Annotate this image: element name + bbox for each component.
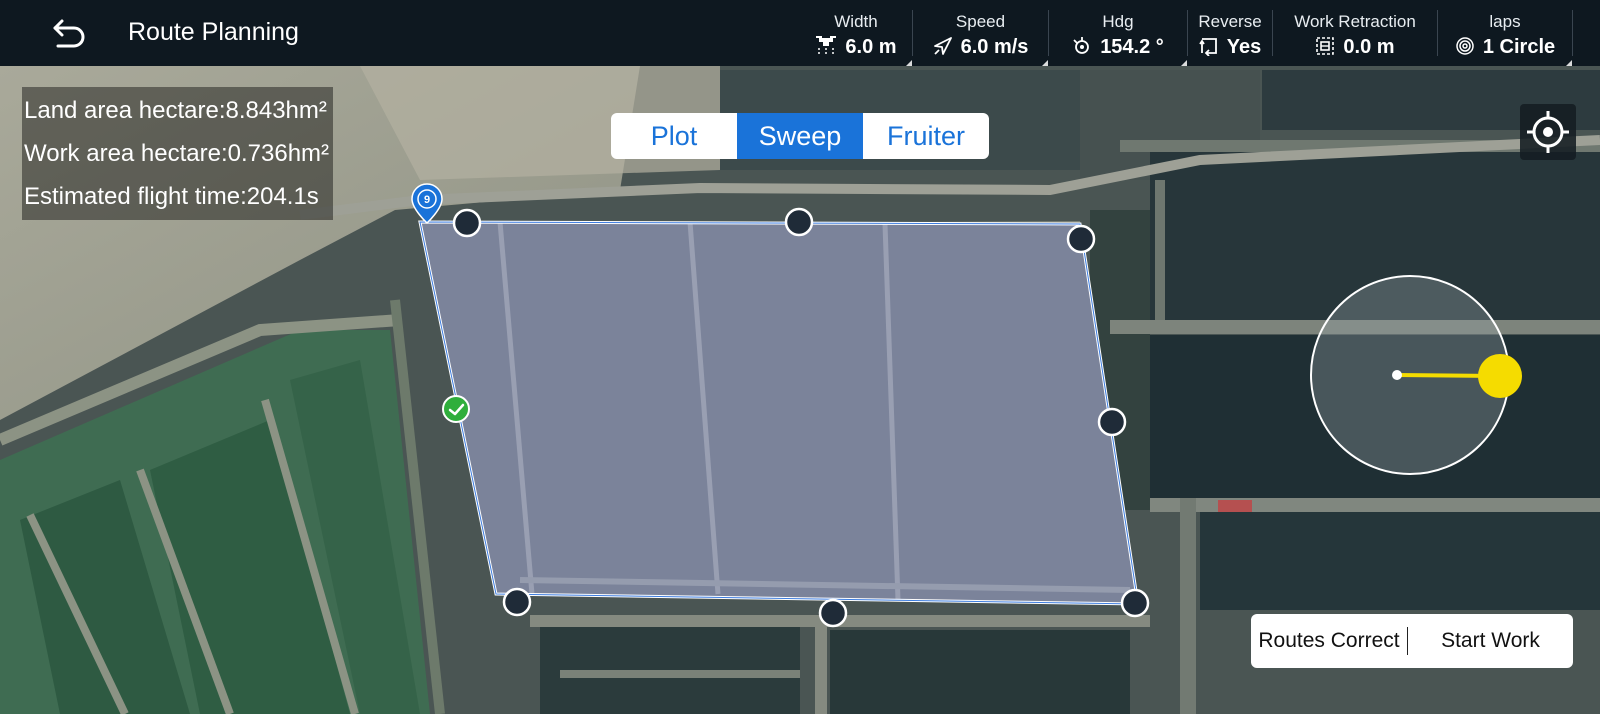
param-value: 6.0 m/s bbox=[960, 36, 1029, 58]
param-label: laps bbox=[1489, 12, 1521, 31]
param-label: Reverse bbox=[1198, 12, 1262, 31]
param-width[interactable]: Width 6.0 m bbox=[800, 0, 912, 66]
param-speed[interactable]: Speed 6.0 m/s bbox=[913, 0, 1048, 66]
vertex-handle[interactable] bbox=[1066, 224, 1096, 254]
area-stats-panel: Land area hectare:8.843hm² Work area hec… bbox=[22, 87, 334, 220]
vertex-handle[interactable] bbox=[452, 208, 482, 238]
speed-arrow-icon bbox=[933, 37, 952, 55]
page-title: Route Planning bbox=[128, 18, 299, 46]
param-value: 6.0 m bbox=[845, 36, 897, 58]
vertex-handle[interactable] bbox=[502, 587, 532, 617]
land-area-text: Land area hectare:8.843hm² bbox=[24, 97, 327, 124]
back-button[interactable] bbox=[48, 16, 90, 50]
param-value: 0.0 m bbox=[1343, 36, 1395, 58]
crosshair-locate-icon bbox=[1527, 111, 1569, 153]
param-value: Yes bbox=[1226, 36, 1262, 58]
vertex-handle[interactable] bbox=[784, 207, 814, 237]
param-value: 1 Circle bbox=[1482, 36, 1556, 58]
top-bar: Route Planning Width 6.0 m Speed 6.0 m/s bbox=[0, 0, 1600, 66]
vertex-handle[interactable] bbox=[1120, 588, 1150, 618]
locate-button[interactable] bbox=[1520, 104, 1576, 160]
heading-handle[interactable] bbox=[1478, 354, 1522, 398]
param-laps[interactable]: laps 1 Circle bbox=[1438, 0, 1572, 66]
vertex-handle[interactable] bbox=[818, 598, 848, 628]
param-heading[interactable]: Hdg 154.2 ° bbox=[1049, 0, 1187, 66]
param-label: Hdg bbox=[1102, 12, 1134, 31]
tab-sweep[interactable]: Sweep bbox=[737, 113, 863, 159]
tab-plot[interactable]: Plot bbox=[611, 113, 737, 159]
laps-spiral-icon bbox=[1456, 37, 1474, 55]
retraction-icon bbox=[1316, 37, 1335, 55]
reverse-icon bbox=[1199, 38, 1217, 56]
flight-time-text: Estimated flight time:204.1s bbox=[24, 183, 319, 210]
work-area-text: Work area hectare:0.736hm² bbox=[24, 140, 330, 167]
param-label: Speed bbox=[955, 12, 1006, 31]
confirm-check-icon[interactable] bbox=[442, 395, 470, 423]
param-label: Work Retraction bbox=[1294, 12, 1416, 31]
vertex-handle[interactable] bbox=[1097, 407, 1127, 437]
action-bar: Routes Correct Start Work bbox=[1251, 614, 1573, 668]
routes-correct-button[interactable]: Routes Correct bbox=[1251, 627, 1408, 655]
start-work-button[interactable]: Start Work bbox=[1408, 629, 1573, 653]
heading-icon bbox=[1073, 37, 1090, 54]
drone-spray-icon bbox=[816, 36, 837, 55]
mode-tabs: Plot Sweep Fruiter bbox=[611, 113, 989, 159]
back-arrow-icon bbox=[53, 19, 85, 48]
tab-fruiter[interactable]: Fruiter bbox=[863, 113, 989, 159]
param-reverse[interactable]: Reverse Yes bbox=[1188, 0, 1272, 66]
param-work-retraction[interactable]: Work Retraction 0.0 m bbox=[1273, 0, 1437, 66]
start-marker-label: 9 bbox=[424, 194, 430, 206]
param-value: 154.2 ° bbox=[1100, 36, 1164, 58]
param-label: Width bbox=[834, 12, 878, 31]
